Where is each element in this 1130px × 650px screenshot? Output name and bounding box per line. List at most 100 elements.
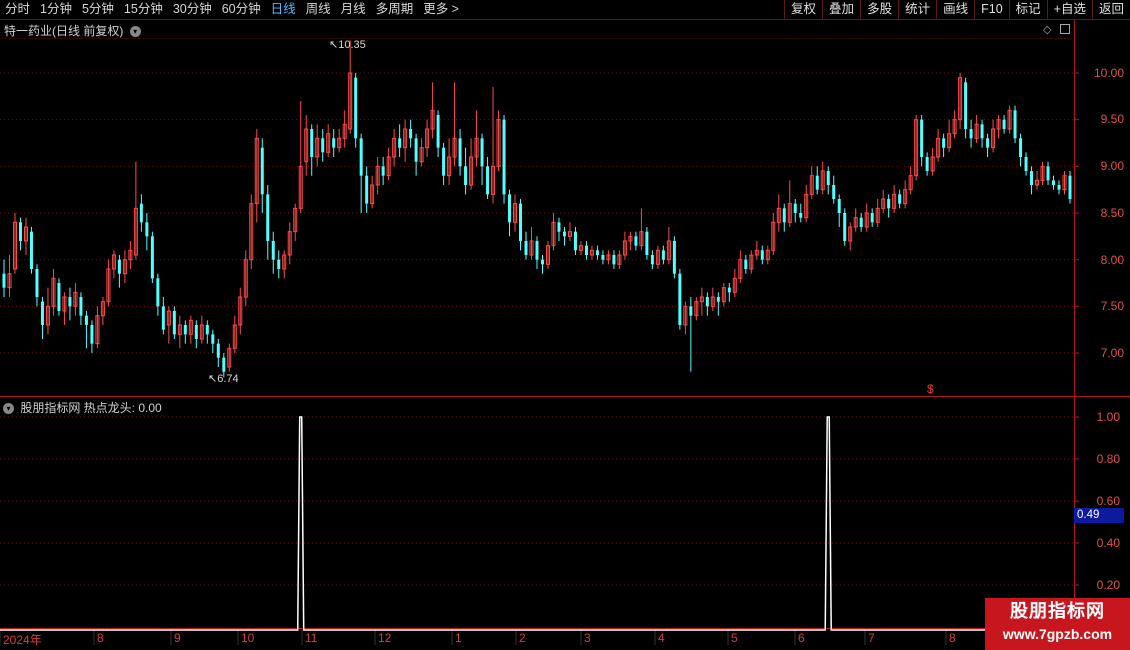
candle-body	[1030, 171, 1034, 185]
candle-body	[815, 175, 819, 190]
candle-body	[650, 255, 654, 265]
candle-body	[601, 255, 605, 260]
high-price-marker: ↖10.35	[329, 38, 366, 51]
candle-body	[612, 255, 616, 265]
candle-body	[1046, 166, 1050, 181]
candle-body	[68, 297, 72, 307]
candle-body	[1013, 110, 1017, 139]
candle-body	[832, 185, 836, 199]
candle-body	[535, 241, 539, 260]
candle-body	[161, 306, 165, 330]
watermark-title: 股朋指标网	[1010, 601, 1105, 621]
date-tick: 5	[731, 631, 738, 645]
candle-body	[508, 194, 512, 223]
candle-body	[486, 166, 490, 195]
candle-body	[524, 241, 528, 255]
candle-body	[1002, 119, 1006, 129]
date-tick: 11	[305, 631, 318, 645]
candle-body	[634, 236, 638, 246]
candle-body	[645, 231, 649, 255]
candle-body	[29, 231, 33, 269]
candle-body	[887, 199, 891, 209]
candle-body	[183, 325, 187, 335]
low-price-marker: ↖6.74	[208, 372, 239, 385]
y-tick: 7.00	[1100, 346, 1124, 360]
candle-body	[150, 236, 154, 279]
y-tick: 9.50	[1100, 112, 1124, 126]
candle-body	[969, 129, 973, 139]
candle-body	[266, 194, 270, 241]
candle-body	[271, 241, 275, 260]
date-tick: 8	[97, 631, 104, 645]
candle-body	[837, 199, 841, 213]
candle-body	[381, 166, 385, 176]
candle-body	[35, 269, 39, 297]
candle-body	[716, 297, 720, 302]
candle-body	[442, 147, 446, 176]
candle-body	[84, 315, 88, 325]
candle-body	[705, 297, 709, 307]
signal-marker: $	[927, 382, 934, 396]
candle-body	[156, 278, 160, 307]
candle-body	[920, 119, 924, 157]
candle-body	[458, 138, 462, 167]
candle-body	[727, 287, 731, 293]
candle-body	[117, 259, 121, 274]
low-price-label: 6.74	[217, 373, 239, 385]
candle-body	[310, 129, 314, 157]
candle-body	[359, 138, 363, 176]
candle-body	[40, 301, 44, 325]
candle-body	[354, 77, 358, 139]
candle-body	[793, 203, 797, 213]
current-value-box: 0.49	[1074, 508, 1124, 523]
candle-body	[799, 213, 803, 218]
candle-body	[90, 325, 94, 344]
candle-body	[464, 166, 468, 185]
marker-arrow: ↖	[329, 39, 339, 51]
candle-body	[584, 245, 588, 255]
candle-body	[332, 138, 336, 148]
watermark-url: www.7gpzb.com	[1002, 626, 1113, 642]
date-tick: 1	[455, 631, 462, 645]
candle-body	[194, 325, 198, 339]
candle-body	[1052, 180, 1056, 185]
candle-body	[139, 203, 143, 223]
candle-body	[980, 124, 984, 139]
candle-body	[211, 334, 215, 344]
indicator-y-tick: 1.00	[1096, 410, 1120, 424]
watermark-logo: 股朋指标网 www.7gpzb.com	[985, 598, 1130, 650]
candle-body	[782, 208, 786, 223]
candle-body	[942, 138, 946, 148]
y-tick: 9.00	[1100, 159, 1124, 173]
candle-body	[760, 250, 764, 260]
candle-body	[540, 259, 544, 265]
indicator-y-tick: 0.20	[1096, 578, 1120, 592]
candle-body	[661, 250, 665, 260]
candle-body	[870, 213, 874, 223]
date-tick: 3	[584, 631, 591, 645]
candle-body	[562, 231, 566, 237]
indicator-y-tick: 0.80	[1096, 452, 1120, 466]
candle-body	[986, 138, 990, 148]
date-tick: 4	[658, 631, 665, 645]
candle-body	[1057, 185, 1061, 190]
candle-body	[964, 82, 968, 129]
candle-body	[480, 138, 484, 167]
candle-body	[557, 222, 561, 232]
candle-body	[436, 115, 440, 148]
candle-body	[18, 222, 22, 241]
candle-body	[79, 297, 83, 316]
date-tick: 10	[241, 631, 255, 645]
y-tick: 10.00	[1093, 66, 1124, 80]
candle-body	[145, 222, 149, 237]
candle-body	[1068, 175, 1072, 199]
candle-body	[216, 343, 220, 358]
candle-body	[689, 306, 693, 316]
candle-body	[859, 217, 863, 227]
candle-body	[672, 241, 676, 274]
candle-body	[826, 171, 830, 185]
date-tick: 2	[519, 631, 526, 645]
candle-body	[172, 311, 176, 335]
candle-body	[573, 231, 577, 251]
kline-chart[interactable]	[0, 0, 1130, 650]
